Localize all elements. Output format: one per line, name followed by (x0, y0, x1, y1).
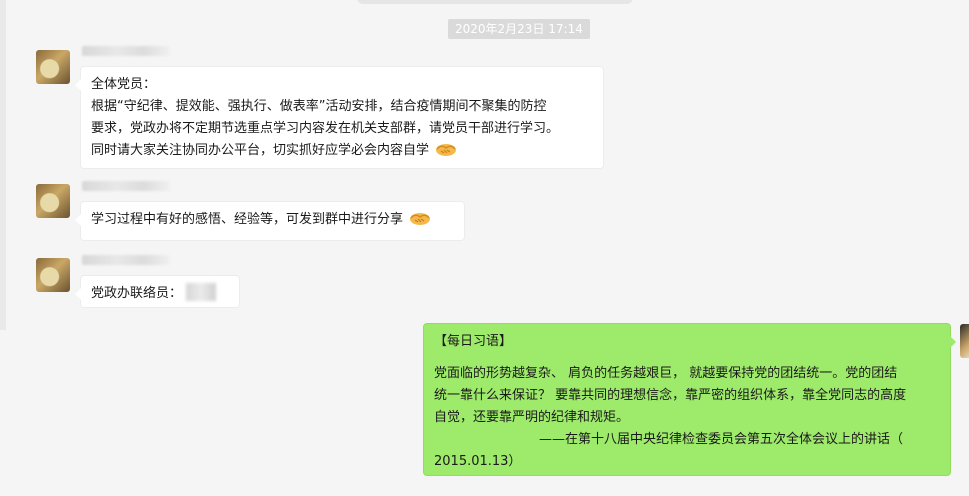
top-scroll-tab[interactable] (357, 0, 633, 4)
avatar[interactable] (36, 50, 70, 84)
my-avatar[interactable] (960, 324, 969, 358)
avatar[interactable] (36, 184, 70, 218)
message-bubble[interactable]: 学习过程中有好的感悟、经验等，可发到群中进行分享 (75, 201, 465, 241)
sender-name-blurred (82, 181, 170, 191)
message-text: 党面临的形势越复杂、 肩负的任务越艰巨， 就越要保持党的团结统一。党的团结 (434, 366, 898, 381)
contact-name-blurred (186, 283, 217, 301)
message-text: 统一靠什么来保证？ 要靠共同的理想信念，靠严密的组织体系，靠全党同志的高度 (434, 388, 907, 403)
message-bubble[interactable]: 全体党员： 根据“守纪律、提效能、强执行、做表率”活动安排，结合疫情期间不聚集的… (75, 66, 604, 169)
message-text: 根据“守纪律、提效能、强执行、做表率”活动安排，结合疫情期间不聚集的防控 (91, 99, 547, 114)
message-timestamp: 2020年2月23日 17:14 (448, 19, 590, 39)
quote-source: ——在第十八届中央纪律检查委员会第五次全体会议上的讲话（ (539, 432, 904, 447)
my-message-bubble[interactable]: 【每日习语】 党面临的形势越复杂、 肩负的任务越艰巨， 就越要保持党的团结统一。… (423, 323, 956, 476)
message-heading: 【每日习语】 (434, 334, 513, 349)
sender-name-blurred (82, 46, 170, 56)
message-text: 学习过程中有好的感悟、经验等，可发到群中进行分享 (91, 212, 404, 227)
message-text: 党政办联络员： (91, 286, 183, 301)
avatar[interactable] (36, 258, 70, 292)
message-text: 自觉，还要靠严明的纪律和规矩。 (434, 410, 630, 425)
handshake-icon (410, 213, 431, 225)
message-bubble[interactable]: 党政办联络员： (75, 275, 240, 308)
quote-date: 2015.01.13） (434, 454, 522, 469)
message-text: 全体党员： (91, 77, 157, 92)
message-text: 同时请大家关注协同办公平台，切实抓好应学必会内容自学 (91, 143, 430, 158)
message-text: 要求，党政办将不定期节选重点学习内容发在机关支部群，请党员干部进行学习。 (91, 121, 560, 136)
scrollbar-track[interactable] (0, 0, 6, 330)
handshake-icon (436, 144, 457, 156)
sender-name-blurred (82, 255, 170, 265)
